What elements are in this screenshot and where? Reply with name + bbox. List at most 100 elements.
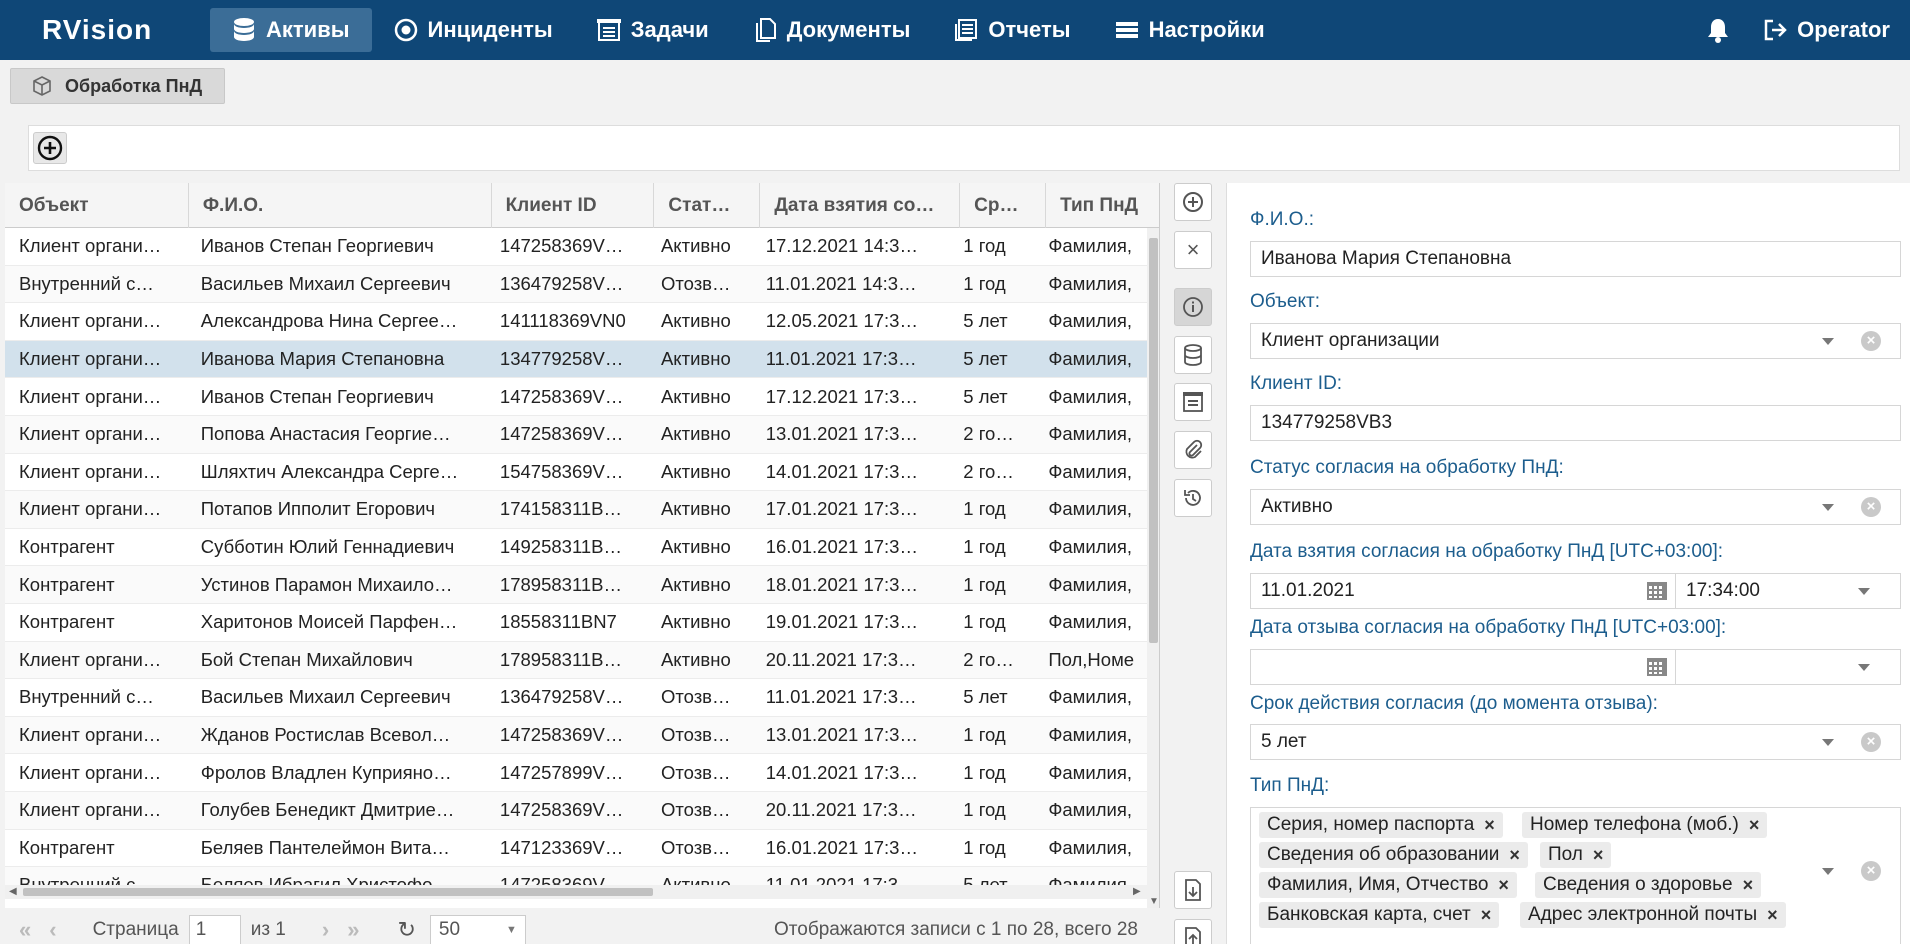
horizontal-scrollbar[interactable]: ◀ ▶ — [5, 885, 1147, 899]
prev-page-icon[interactable]: ‹ — [49, 917, 56, 943]
app-logo[interactable]: RVision — [42, 14, 210, 46]
assets-tab-button[interactable] — [1174, 336, 1212, 374]
scroll-down-icon[interactable]: ▼ — [1149, 896, 1159, 907]
cell-status: Активно — [660, 423, 731, 445]
tasks-tab-button[interactable] — [1174, 383, 1212, 421]
add-button[interactable] — [1174, 183, 1212, 221]
nav-item-tasks[interactable]: Задачи — [575, 8, 731, 52]
last-page-icon[interactable]: » — [347, 917, 359, 943]
cell-date-taken: 14.01.2021 17:3… — [765, 460, 918, 482]
table-row[interactable]: Контрагент Субботин Юлий Геннадиевич 14925… — [5, 529, 1147, 567]
cell-date-taken: 13.01.2021 17:3… — [765, 724, 918, 746]
table-row[interactable]: Клиент органи… Иванов Степан Георгиевич 14… — [5, 378, 1147, 416]
date-revoked-field[interactable] — [1250, 649, 1677, 685]
cell-status: Активно — [660, 460, 731, 482]
tab-label: Обработка ПнД — [65, 75, 203, 96]
remove-tag-icon[interactable]: × — [1484, 815, 1495, 836]
remove-tag-icon[interactable]: × — [1509, 845, 1520, 866]
clear-icon[interactable]: × — [1861, 497, 1881, 517]
remove-tag-icon[interactable]: × — [1743, 875, 1754, 896]
table-row[interactable]: Клиент органи… Иванова Мария Степановна 13… — [5, 340, 1147, 379]
table-row[interactable]: Контрагент Беляев Пантелеймон Вита… 147123… — [5, 830, 1147, 868]
table-row[interactable]: Контрагент Харитонов Моисей Парфен… 185583… — [5, 604, 1147, 642]
column-header-date-taken[interactable]: Дата взятия со… — [760, 183, 961, 228]
close-button[interactable]: × — [1174, 231, 1212, 269]
cell-date-taken: 11.01.2021 17:3… — [765, 348, 917, 370]
term-select[interactable]: 5 лет × — [1250, 724, 1901, 760]
object-select[interactable]: Клиент организации × — [1250, 323, 1901, 359]
remove-tag-icon[interactable]: × — [1767, 905, 1778, 926]
column-header-pnd-type[interactable]: Тип ПнД — [1046, 183, 1159, 228]
scroll-left-icon[interactable]: ◀ — [9, 886, 17, 897]
page-size-select[interactable]: 50 ▼ — [429, 914, 526, 944]
table-row[interactable]: Клиент органи… Потапов Ипполит Егорович 17… — [5, 491, 1147, 529]
cell-date-taken: 16.01.2021 17:3… — [765, 536, 918, 558]
fio-field[interactable]: Иванова Мария Степановна — [1250, 241, 1901, 277]
history-tab-button[interactable] — [1174, 479, 1212, 517]
attachments-tab-button[interactable] — [1174, 431, 1212, 469]
nav-item-incidents[interactable]: Инциденты — [372, 8, 575, 52]
user-menu[interactable]: Operator — [1763, 17, 1890, 43]
tab-pnd-processing[interactable]: Обработка ПнД — [10, 68, 226, 104]
cell-term: 1 год — [963, 799, 1006, 821]
horizontal-scroll-thumb[interactable] — [23, 888, 653, 896]
vertical-scrollbar[interactable]: ▼ — [1147, 228, 1159, 908]
time-revoked-select[interactable] — [1675, 649, 1901, 685]
clear-icon[interactable]: × — [1861, 331, 1881, 351]
info-tab-button[interactable] — [1174, 288, 1212, 326]
nav-item-documents[interactable]: Документы — [731, 8, 933, 52]
page-number-input[interactable]: 1 — [188, 914, 241, 944]
table-row[interactable]: Клиент органи… Иванов Степан Георгиевич 14… — [5, 228, 1147, 266]
date-taken-field[interactable]: 11.01.2021 — [1250, 573, 1677, 609]
table-row[interactable]: Клиент органи… Бой Степан Михайлович 17895… — [5, 641, 1147, 680]
time-taken-select[interactable]: 17:34:00 — [1675, 573, 1901, 609]
bell-icon[interactable] — [1703, 15, 1733, 45]
client-id-field[interactable]: 134779258VB3 — [1250, 405, 1901, 441]
column-header-term[interactable]: Ср… — [960, 183, 1047, 228]
remove-tag-icon[interactable]: × — [1749, 815, 1760, 836]
table-row[interactable]: Внутренний с… Беляев Ибрагил Христофо… 147… — [5, 867, 1147, 885]
tag-label: Номер телефона (моб.) — [1530, 814, 1739, 835]
add-record-button[interactable] — [33, 132, 67, 164]
page-size-value: 50 — [438, 918, 461, 940]
table-row[interactable]: Внутренний с… Васильев Михаил Сергеевич 13… — [5, 679, 1147, 717]
table-row[interactable]: Клиент органи… Фролов Владлен Куприяно… 14… — [5, 754, 1147, 792]
table-row[interactable]: Клиент органи… Шляхтич Александра Серге… 1… — [5, 454, 1147, 492]
scroll-right-icon[interactable]: ▶ — [1133, 886, 1141, 897]
nav-item-assets[interactable]: Активы — [210, 8, 372, 52]
nav-item-label: Настройки — [1148, 17, 1265, 42]
export-button[interactable] — [1174, 919, 1212, 944]
column-header-status[interactable]: Стат… — [654, 183, 761, 228]
remove-tag-icon[interactable]: × — [1481, 905, 1492, 926]
nav-item-reports[interactable]: Отчеты — [932, 8, 1092, 52]
status-select[interactable]: Активно × — [1250, 489, 1901, 525]
table-row[interactable]: Клиент органи… Жданов Ростислав Всевол… 14… — [5, 716, 1147, 755]
column-header-fio[interactable]: Ф.И.О. — [189, 183, 492, 228]
column-header-client-id[interactable]: Клиент ID — [492, 183, 655, 228]
cell-client-id: 154758369V… — [499, 460, 624, 482]
remove-tag-icon[interactable]: × — [1593, 845, 1604, 866]
pnd-type-multiselect[interactable]: Серия, номер паспорта × Номер телефона (м… — [1250, 807, 1901, 944]
first-page-icon[interactable]: « — [19, 917, 31, 943]
nav-item-settings[interactable]: Настройки — [1093, 8, 1287, 52]
clear-icon[interactable]: × — [1861, 732, 1881, 752]
cell-term: 1 год — [963, 836, 1006, 858]
tag-item: Сведения о здоровье × — [1535, 872, 1762, 898]
cell-term: 1 год — [963, 235, 1006, 257]
clear-icon[interactable]: × — [1861, 861, 1881, 881]
table-row[interactable]: Клиент органи… Александрова Нина Сергее… 1… — [5, 303, 1147, 341]
table-row[interactable]: Клиент органи… Попова Анастасия Георгие… 1… — [5, 415, 1147, 454]
remove-tag-icon[interactable]: × — [1498, 875, 1509, 896]
cell-status: Активно — [660, 498, 731, 520]
table-row[interactable]: Контрагент Устинов Парамон Михаило… 178958… — [5, 566, 1147, 604]
column-header-object[interactable]: Объект — [5, 183, 189, 228]
vertical-scroll-thumb[interactable] — [1149, 238, 1158, 643]
calendar-icon[interactable] — [1646, 581, 1668, 601]
refresh-icon[interactable]: ↻ — [397, 917, 415, 943]
import-button[interactable] — [1174, 871, 1212, 909]
table-row[interactable]: Клиент органи… Голубев Бенедикт Дмитрие… 1… — [5, 791, 1147, 830]
next-page-icon[interactable]: › — [322, 917, 329, 943]
table-row[interactable]: Внутренний с… Васильев Михаил Сергеевич 13… — [5, 265, 1147, 304]
calendar-icon[interactable] — [1646, 657, 1668, 677]
object-value: Клиент организации — [1261, 330, 1440, 351]
